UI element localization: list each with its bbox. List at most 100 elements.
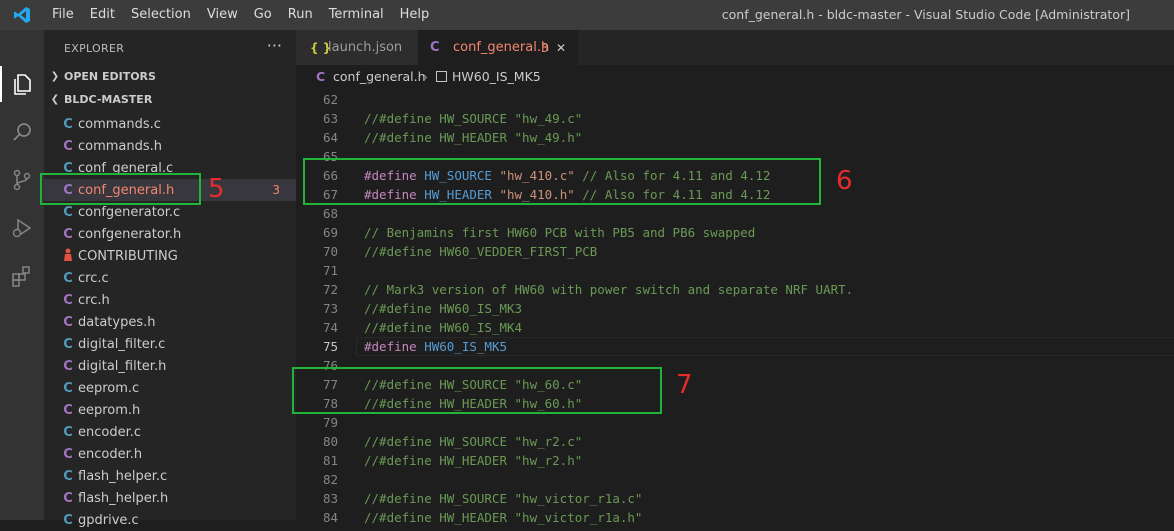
code-line[interactable]: 69 // Benjamins first HW60 PCB with PB5 a… — [296, 223, 1174, 242]
code-line[interactable]: 68 — [296, 204, 1174, 223]
file-item[interactable]: Cencoder.h — [44, 443, 296, 465]
menu-terminal[interactable]: Terminal — [321, 0, 392, 30]
activity-bar — [0, 30, 44, 520]
chevron-right-icon: ❯ — [50, 70, 60, 82]
run-debug-icon[interactable] — [6, 212, 38, 244]
file-item[interactable]: CONTRIBUTING — [44, 245, 296, 267]
line-number: 74 — [322, 320, 338, 335]
file-item[interactable]: Ccrc.c — [44, 267, 296, 289]
c-file-icon: C — [63, 512, 73, 528]
line-number: 68 — [322, 206, 338, 221]
code-line[interactable]: 73 //#define HW60_IS_MK3 — [296, 299, 1174, 318]
code-line[interactable]: 84 //#define HW_HEADER "hw_victor_r1a.h" — [296, 508, 1174, 527]
line-number: 73 — [322, 301, 338, 316]
code-line[interactable]: 70 //#define HW60_VEDDER_FIRST_PCB — [296, 242, 1174, 261]
breadcrumb-file[interactable]: conf_general.h — [333, 69, 426, 84]
file-name: commands.c — [78, 116, 161, 132]
file-item[interactable]: Ccommands.h — [44, 135, 296, 157]
c-file-icon: C — [63, 226, 73, 242]
file-name: digital_filter.c — [78, 336, 166, 352]
code-token: //#define HW60_IS_MK3 — [364, 301, 523, 316]
c-file-icon: C — [63, 380, 73, 396]
tab-launch-json[interactable]: { } launch.json — [296, 30, 418, 65]
code-token: HW60_IS_MK5 — [424, 339, 508, 354]
code-line[interactable]: 83 //#define HW_SOURCE "hw_victor_r1a.c" — [296, 489, 1174, 508]
code-line[interactable]: 71 — [296, 261, 1174, 280]
extensions-icon[interactable] — [6, 260, 38, 292]
menu-view[interactable]: View — [199, 0, 246, 30]
file-item[interactable]: Ccommands.c — [44, 113, 296, 135]
menu-go[interactable]: Go — [246, 0, 280, 30]
problems-badge: 3 — [272, 183, 280, 197]
line-text: #define HW60_IS_MK5 — [364, 337, 507, 356]
editor-area: { } launch.json C conf_general.h 3 ✕ C c… — [296, 30, 1174, 525]
line-text: //#define HW60_IS_MK3 — [364, 299, 522, 318]
file-item[interactable]: Cgpdrive.c — [44, 509, 296, 531]
code-line[interactable]: 81 //#define HW_HEADER "hw_r2.h" — [296, 451, 1174, 470]
menu-selection[interactable]: Selection — [123, 0, 199, 30]
code-line[interactable]: 79 — [296, 413, 1174, 432]
file-item[interactable]: Cdatatypes.h — [44, 311, 296, 333]
file-item[interactable]: Cdigital_filter.h — [44, 355, 296, 377]
file-name: encoder.h — [78, 446, 143, 462]
line-number: 79 — [322, 415, 338, 430]
annotation-number-7: 7 — [676, 370, 693, 400]
code-line[interactable]: 74 //#define HW60_IS_MK4 — [296, 318, 1174, 337]
source-control-icon[interactable] — [6, 164, 38, 196]
file-item[interactable]: Ccrc.h — [44, 289, 296, 311]
breadcrumb-separator: › — [423, 68, 428, 84]
c-file-icon: C — [316, 68, 326, 84]
file-item[interactable]: Cdigital_filter.c — [44, 333, 296, 355]
problems-badge: 3 — [541, 40, 549, 55]
more-actions-button[interactable]: ··· — [267, 36, 282, 55]
line-number: 75 — [322, 339, 338, 354]
file-name: eeprom.h — [78, 402, 141, 418]
file-name: flash_helper.c — [78, 468, 168, 484]
file-item[interactable]: Cflash_helper.h — [44, 487, 296, 509]
file-item[interactable]: Cflash_helper.c — [44, 465, 296, 487]
c-file-icon: C — [430, 40, 440, 55]
file-name: gpdrive.c — [78, 512, 139, 528]
file-item[interactable]: Cconfgenerator.h — [44, 223, 296, 245]
project-section[interactable]: ❮ BLDC-MASTER — [44, 88, 296, 110]
line-number: 82 — [322, 472, 338, 487]
code-line[interactable]: 80 //#define HW_SOURCE "hw_r2.c" — [296, 432, 1174, 451]
window-title: conf_general.h - bldc-master - Visual St… — [721, 7, 1130, 22]
file-name: datatypes.h — [78, 314, 156, 330]
file-name: CONTRIBUTING — [78, 248, 178, 264]
menu-edit[interactable]: Edit — [82, 0, 123, 30]
menu-file[interactable]: File — [44, 0, 82, 30]
tab-label: launch.json — [328, 40, 403, 55]
macro-symbol-icon — [436, 71, 447, 82]
c-file-icon: C — [63, 402, 73, 418]
code-line[interactable]: 62 — [296, 90, 1174, 109]
line-number: 62 — [322, 92, 338, 107]
open-editors-section[interactable]: ❯ OPEN EDITORS — [44, 65, 296, 87]
c-file-icon: C — [63, 138, 73, 154]
c-file-icon: C — [63, 358, 73, 374]
code-line[interactable]: 64 //#define HW_HEADER "hw_49.h" — [296, 128, 1174, 147]
search-icon[interactable] — [6, 116, 38, 148]
code-line[interactable]: 75 #define HW60_IS_MK5 — [296, 337, 1174, 356]
tab-conf-general-h[interactable]: C conf_general.h 3 ✕ — [418, 30, 578, 65]
line-text: // Mark3 version of HW60 with power swit… — [364, 280, 853, 299]
breadcrumb-symbol[interactable]: HW60_IS_MK5 — [452, 69, 541, 84]
code-line[interactable]: 82 — [296, 470, 1174, 489]
file-item[interactable]: Ceeprom.h — [44, 399, 296, 421]
c-file-icon: C — [63, 336, 73, 352]
menu-run[interactable]: Run — [280, 0, 321, 30]
code-line[interactable]: 72 // Mark3 version of HW60 with power sw… — [296, 280, 1174, 299]
menu-help[interactable]: Help — [392, 0, 438, 30]
file-name: flash_helper.h — [78, 490, 169, 506]
files-icon[interactable] — [6, 68, 38, 100]
file-item[interactable]: Ceeprom.c — [44, 377, 296, 399]
close-icon[interactable]: ✕ — [556, 41, 566, 55]
tab-bar: { } launch.json C conf_general.h 3 ✕ — [296, 30, 1174, 65]
code-token: //#define HW_SOURCE "hw_r2.c" — [364, 434, 583, 449]
explorer-sidebar: EXPLORER ··· ❯ OPEN EDITORS ❮ BLDC-MASTE… — [44, 30, 296, 528]
code-token: //#define HW_HEADER "hw_49.h" — [364, 130, 583, 145]
code-line[interactable]: 63 //#define HW_SOURCE "hw_49.c" — [296, 109, 1174, 128]
file-item[interactable]: Cencoder.c — [44, 421, 296, 443]
active-indicator — [0, 66, 2, 102]
line-number: 83 — [322, 491, 338, 506]
